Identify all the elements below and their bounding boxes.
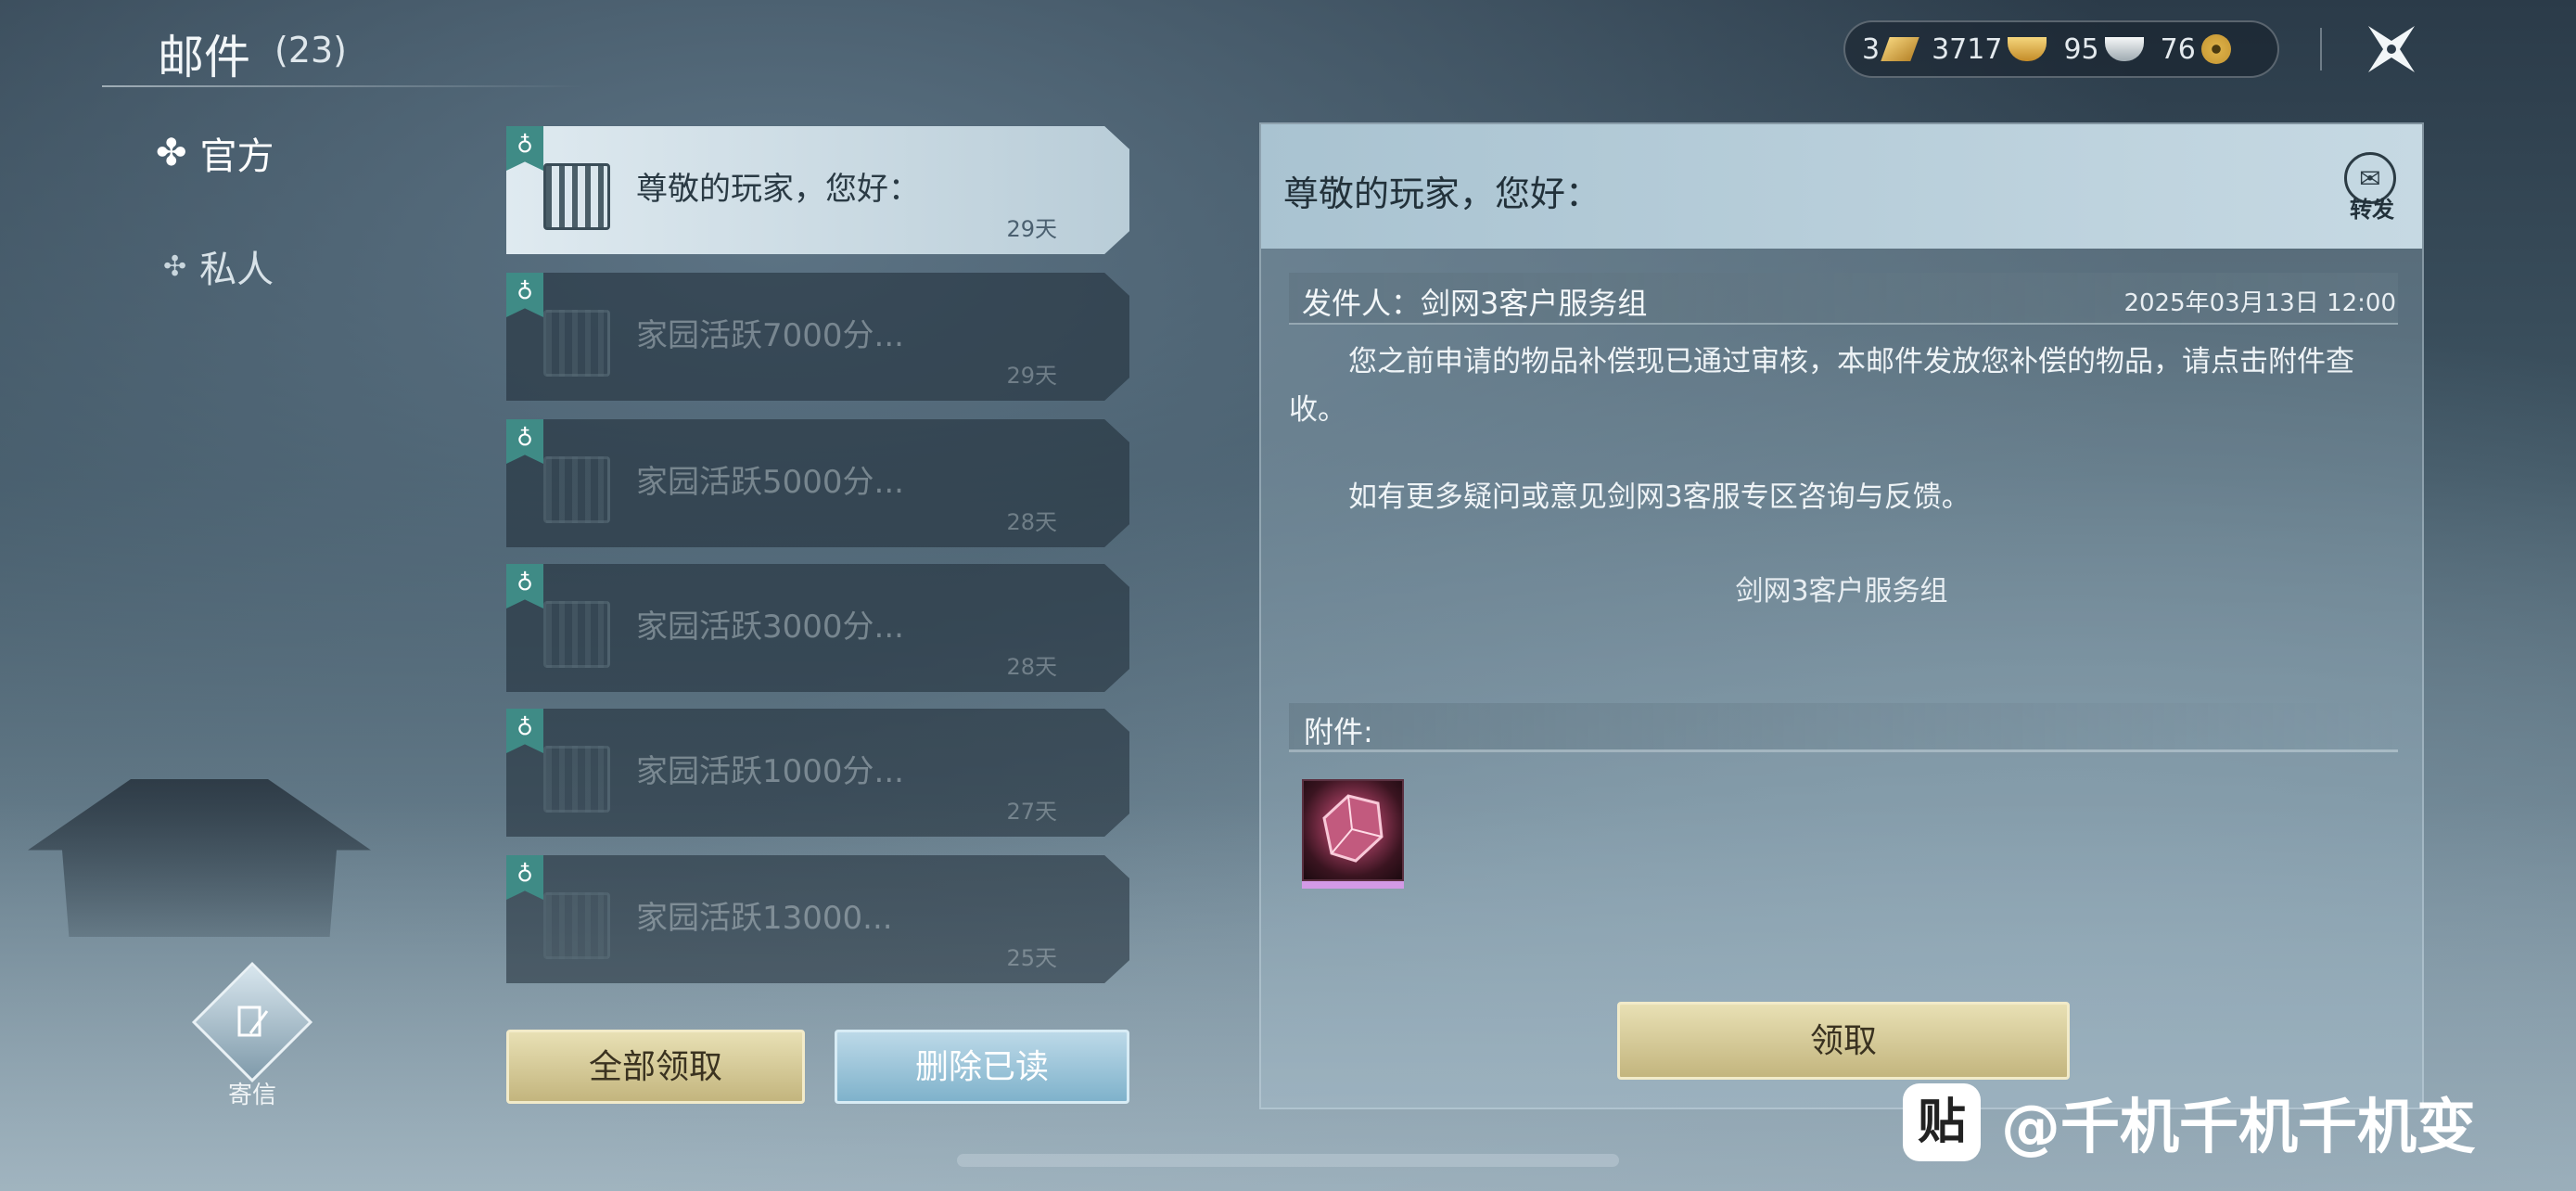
mail-list-item[interactable]: ♁ 尊敬的玩家，您好： 29天 — [506, 126, 1129, 254]
flower-icon: ✣ — [163, 250, 187, 283]
forward-label: 转发 — [2350, 197, 2394, 223]
mail-subject: 家园活跃3000分... — [636, 608, 904, 646]
attachment-label: 附件: — [1304, 714, 1373, 749]
mail-list-item[interactable]: ♁ 家园活跃5000分... 28天 — [506, 419, 1129, 547]
mail-list-item[interactable]: ♁ 家园活跃3000分... 28天 — [506, 564, 1129, 692]
mail-count: (23) — [274, 30, 348, 70]
mail-subject: 尊敬的玩家，您好： — [636, 171, 920, 208]
currency-copper: 76 — [2161, 33, 2231, 66]
home-indicator — [957, 1154, 1619, 1167]
mail-expiry: 29天 — [1006, 216, 1057, 242]
currency-value: 76 — [2160, 32, 2196, 66]
letter-icon — [543, 163, 610, 230]
close-button[interactable] — [2363, 20, 2420, 78]
flower-icon: ✤ — [156, 132, 187, 174]
page-title: 邮件 — [158, 31, 250, 84]
letter-icon — [543, 310, 610, 377]
claim-all-button[interactable]: 全部领取 — [506, 1030, 805, 1104]
letter-icon — [543, 892, 610, 959]
mail-list-item[interactable]: ♁ 家园活跃13000... 25天 — [506, 855, 1129, 983]
mail-subject: 家园活跃1000分... — [636, 753, 904, 790]
mail-subject: 家园活跃7000分... — [636, 317, 904, 354]
watermark-text: @千机千机千机变 — [2001, 1094, 2476, 1162]
official-tag-icon: ♁ — [506, 855, 543, 900]
pen-letter-icon — [191, 961, 313, 1083]
mail-expiry: 28天 — [1006, 509, 1057, 535]
letter-icon — [543, 456, 610, 523]
mail-detail-header: 尊敬的玩家，您好： ✉ 转发 — [1261, 124, 2422, 249]
forward-button[interactable]: ✉ 转发 — [2344, 152, 2400, 223]
delete-read-button[interactable]: 删除已读 — [835, 1030, 1129, 1104]
gem-icon — [1322, 794, 1384, 863]
letter-icon — [543, 601, 610, 668]
currency-silver: 95 — [2063, 32, 2144, 66]
header-divider — [102, 85, 584, 87]
mail-list-item[interactable]: ♁ 家园活跃7000分... 29天 — [506, 273, 1129, 401]
mail-date: 2025年03月13日 12:00 — [2123, 289, 2396, 317]
currency-value: 3 — [1862, 32, 1881, 66]
mail-subject: 家园活跃13000... — [636, 900, 893, 937]
attachment-header: 附件: — [1289, 703, 2398, 752]
gold-bar-icon — [1881, 37, 1919, 61]
sender: 发件人：剑网3客户服务组 — [1302, 286, 1648, 321]
claim-button[interactable]: 领取 — [1617, 1002, 2070, 1080]
mail-expiry: 29天 — [1006, 363, 1057, 389]
mail-detail-panel: 尊敬的玩家，您好： ✉ 转发 发件人：剑网3客户服务组 2025年03月13日 … — [1259, 122, 2424, 1109]
mail-list-item[interactable]: ♁ 家园活跃1000分... 27天 — [506, 709, 1129, 837]
watermark: 贴 @千机千机千机变 — [1903, 1080, 2476, 1165]
mail-expiry: 25天 — [1006, 945, 1057, 971]
mail-body-paragraph: 您之前申请的物品补偿现已通过审核，本邮件发放您补偿的物品，请点击附件查收。 — [1289, 345, 2354, 427]
currency-value: 3717 — [1932, 32, 2003, 66]
copper-coin-icon — [2200, 34, 2231, 64]
zhihu-logo-icon: 贴 — [1903, 1083, 1981, 1161]
header-separator — [2320, 28, 2322, 70]
tab-private-label: 私人 — [199, 249, 274, 291]
tab-private[interactable]: ✣ 私人 — [163, 239, 274, 293]
currency-bar: 3 3717 95 76 — [1843, 20, 2279, 78]
silver-ingot-icon — [2104, 37, 2144, 61]
tab-official[interactable]: ✤ 官方 — [156, 126, 274, 180]
mail-detail-title: 尊敬的玩家，您好： — [1283, 173, 1601, 214]
official-tag-icon: ♁ — [506, 126, 543, 171]
currency-gold-bar: 3 — [1862, 32, 1919, 66]
currency-value: 95 — [2063, 32, 2099, 66]
sender-row: 发件人：剑网3客户服务组 2025年03月13日 12:00 — [1289, 273, 2398, 325]
write-letter-button[interactable]: 寄信 — [191, 961, 313, 1109]
mail-subject: 家园活跃5000分... — [636, 464, 904, 501]
mail-body-paragraph: 如有更多疑问或意见剑网3客服专区咨询与反馈。 — [1348, 480, 1970, 514]
mail-expiry: 27天 — [1006, 799, 1057, 825]
letter-icon — [543, 746, 610, 813]
rarity-bar — [1302, 881, 1404, 889]
official-tag-icon: ♁ — [506, 419, 543, 464]
currency-gold-ingot: 3717 — [1932, 33, 2047, 66]
attachment-item[interactable] — [1302, 779, 1404, 889]
mail-signature: 剑网3客户服务组 — [1735, 575, 1948, 608]
tab-official-label: 官方 — [199, 135, 274, 178]
mail-expiry: 28天 — [1006, 654, 1057, 680]
official-tag-icon: ♁ — [506, 564, 543, 608]
gold-ingot-icon — [2008, 37, 2047, 61]
official-tag-icon: ♁ — [506, 273, 543, 317]
official-tag-icon: ♁ — [506, 709, 543, 753]
close-icon — [2368, 26, 2415, 72]
